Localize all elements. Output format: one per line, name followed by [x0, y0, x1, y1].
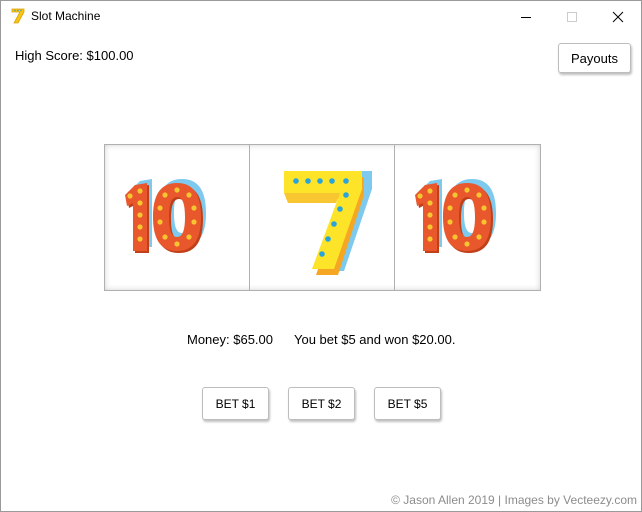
close-button[interactable]: [595, 1, 641, 31]
seven-symbol-icon: [284, 171, 372, 275]
reel-1: [105, 145, 250, 290]
minimize-button[interactable]: [503, 1, 549, 31]
maximize-icon: [567, 12, 577, 22]
reels-panel: [104, 144, 541, 291]
bet-5-button[interactable]: BET $5: [374, 387, 441, 420]
reel-2: [250, 145, 395, 290]
money-label: Money: $65.00: [187, 332, 274, 347]
minimize-icon: [521, 17, 531, 18]
window-title: Slot Machine: [31, 9, 101, 23]
title-bar[interactable]: Slot Machine: [1, 1, 641, 31]
ten-symbol-icon: [415, 179, 496, 253]
credits-footer: © Jason Allen 2019 | Images by Vecteezy.…: [391, 493, 637, 507]
seven-icon: [11, 8, 25, 24]
close-icon: [612, 11, 624, 23]
ten-symbol-icon: [125, 179, 206, 253]
bet-1-button[interactable]: BET $1: [202, 387, 269, 420]
bet-2-button[interactable]: BET $2: [288, 387, 355, 420]
result-label: You bet $5 and won $20.00.: [294, 332, 456, 347]
payouts-button[interactable]: Payouts: [558, 43, 631, 73]
maximize-button[interactable]: [549, 1, 595, 31]
reel-3: [395, 145, 540, 290]
slot-machine-window: Slot Machine High Score: $100.00 Payouts: [0, 0, 642, 512]
high-score-label: High Score: $100.00: [15, 48, 134, 63]
